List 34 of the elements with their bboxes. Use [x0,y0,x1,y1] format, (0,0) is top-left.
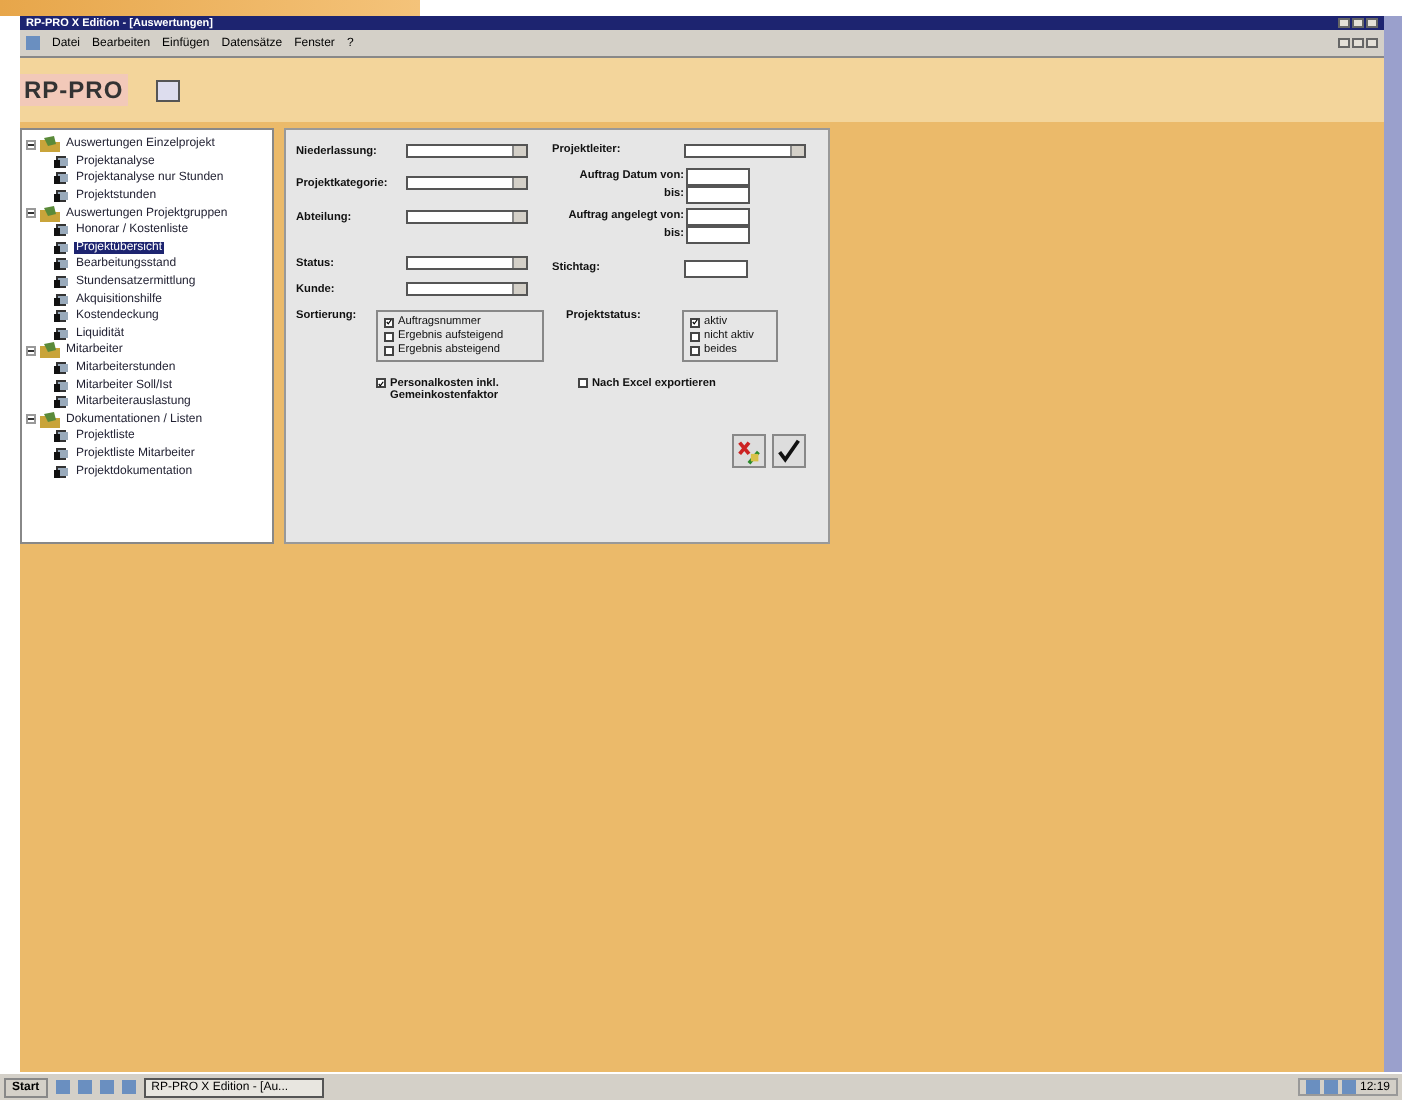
dropdown-field[interactable] [684,144,806,158]
window-controls-icon[interactable] [1338,18,1378,28]
checkbox[interactable] [690,317,700,327]
folder-icon [40,136,60,153]
expander-icon[interactable] [26,414,36,425]
folder-icon [40,411,60,428]
dropdown-field[interactable] [406,282,528,296]
mdi-controls-icon[interactable] [1338,38,1378,48]
input-field[interactable] [686,208,750,226]
input-field[interactable] [684,260,748,278]
input-field[interactable] [686,186,750,204]
dropdown-field[interactable] [406,144,528,158]
expander-icon[interactable] [26,139,36,150]
checkbox[interactable] [384,345,394,355]
dropdown-field[interactable] [406,210,528,224]
folder-icon [40,205,60,222]
checkbox[interactable] [690,331,700,341]
expander-icon[interactable] [26,208,36,219]
excel-export-button[interactable] [732,434,766,468]
checkbox[interactable] [376,378,386,388]
dropdown-field[interactable] [406,176,528,190]
checkbox[interactable] [384,317,394,327]
input-field[interactable] [686,168,750,186]
folder-icon [40,342,60,359]
checkbox[interactable] [578,378,588,388]
checkbox[interactable] [690,345,700,355]
window-icon[interactable] [155,79,180,101]
confirm-button[interactable] [772,434,806,468]
input-field[interactable] [686,226,750,244]
document-icon [26,36,40,50]
checkbox[interactable] [384,331,394,341]
dropdown-field[interactable] [406,256,528,270]
logo: RP-PRO [20,74,128,106]
expander-icon[interactable] [26,345,36,356]
